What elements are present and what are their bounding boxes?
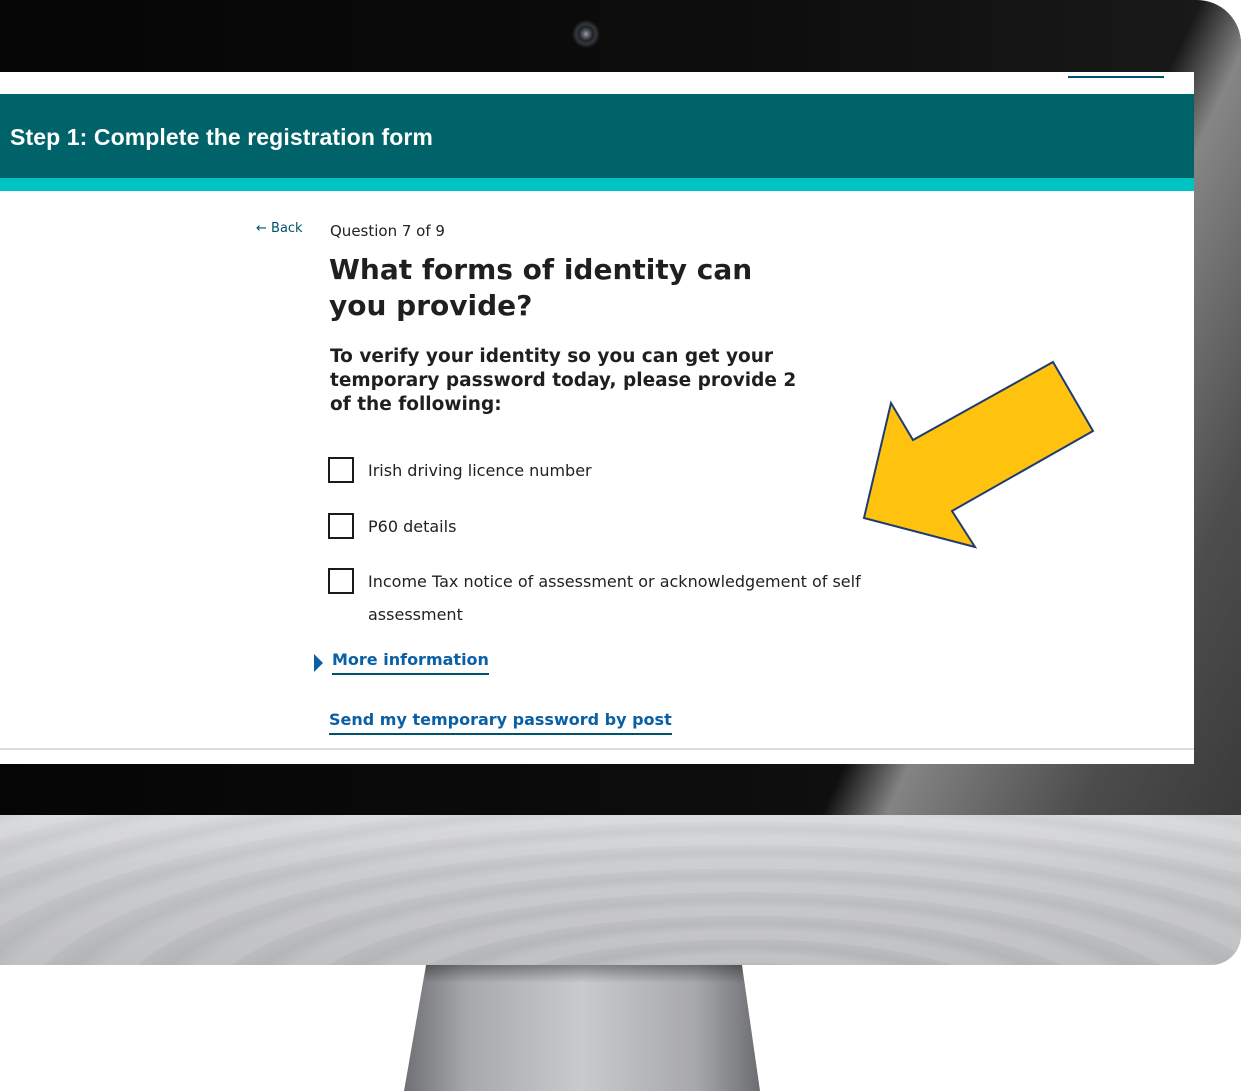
monitor-screen: Step 1: Complete the registration form ←… [0, 72, 1194, 764]
question-lead: To verify your identity so you can get y… [330, 346, 797, 415]
checkbox-option-driving-licence[interactable]: Irish driving licence number [328, 457, 592, 487]
more-information-toggle[interactable]: More information [314, 650, 489, 675]
checkbox-label: P60 details [368, 517, 457, 536]
header-underline [1068, 76, 1164, 78]
question-counter: Question 7 of 9 [330, 222, 445, 240]
checkbox[interactable] [328, 457, 354, 483]
back-link[interactable]: ← Back [256, 221, 303, 236]
webcam-icon [572, 20, 600, 48]
monitor-mockup: Step 1: Complete the registration form ←… [0, 0, 1241, 1091]
divider [0, 748, 1194, 750]
checkbox-option-income-tax-assessment[interactable]: Income Tax notice of assessment or ackno… [328, 568, 868, 631]
checkbox-label: Income Tax notice of assessment or ackno… [368, 572, 861, 624]
send-password-by-post-link[interactable]: Send my temporary password by post [329, 710, 672, 735]
more-information-label: More information [332, 650, 489, 675]
checkbox[interactable] [328, 568, 354, 594]
checkbox[interactable] [328, 513, 354, 539]
monitor-stand [404, 965, 760, 1091]
checkbox-label: Irish driving licence number [368, 461, 592, 480]
caret-right-icon [314, 653, 323, 672]
step-banner-stripe [0, 178, 1194, 191]
step-banner-title: Step 1: Complete the registration form [10, 124, 433, 150]
checkbox-option-p60[interactable]: P60 details [328, 513, 456, 543]
monitor-stand-shadow [424, 965, 744, 983]
monitor-chin-sheen [0, 815, 1241, 965]
page-title: What forms of identity can you provide? [329, 253, 753, 322]
